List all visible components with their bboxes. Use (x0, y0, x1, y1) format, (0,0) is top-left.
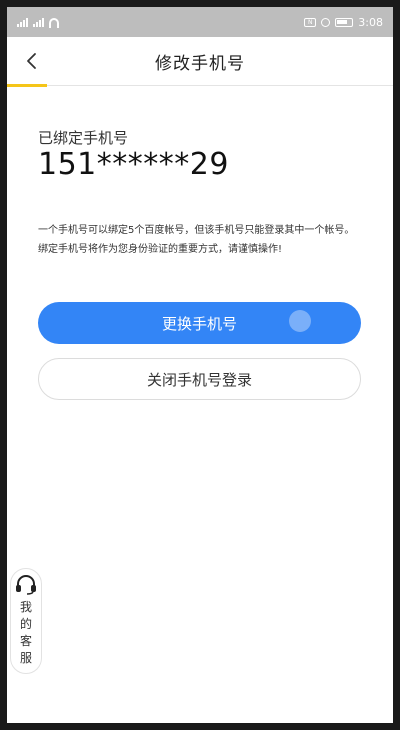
status-right: N 3:08 (304, 16, 383, 29)
nav-bar: 修改手机号 (7, 37, 393, 87)
masked-phone-number: 151******29 (38, 147, 229, 182)
status-bar: N 3:08 (7, 7, 393, 37)
alarm-icon (321, 17, 331, 27)
clock: 3:08 (358, 15, 383, 29)
customer-service-label: 我的客服 (19, 600, 32, 665)
bound-phone-label: 已绑定手机号 (38, 129, 129, 147)
change-phone-button[interactable]: 更换手机号 (38, 302, 361, 344)
app-screen: N 3:08 修改手机号 已绑定手机号 151******29 一个手机号可以绑… (7, 7, 393, 723)
disable-phone-login-label: 关闭手机号登录 (146, 370, 252, 389)
wifi-icon (49, 18, 59, 28)
headset-icon (16, 575, 36, 595)
touch-ripple (289, 310, 311, 332)
customer-service-button[interactable]: 我的客服 (10, 568, 42, 674)
signal-icon-2 (33, 17, 44, 27)
back-button[interactable] (19, 49, 43, 73)
status-left (17, 17, 59, 28)
notice-text: 一个手机号可以绑定5个百度帐号，但该手机号只能登录其中一个帐号。绑定手机号将作为… (38, 225, 355, 255)
change-phone-label: 更换手机号 (161, 314, 237, 333)
nfc-icon: N (304, 17, 317, 27)
battery-icon (335, 17, 354, 27)
page-title: 修改手机号 (155, 53, 245, 74)
signal-icon (17, 17, 28, 27)
chevron-left-icon (27, 53, 36, 69)
accent-underline (7, 84, 47, 87)
disable-phone-login-button[interactable]: 关闭手机号登录 (38, 358, 361, 400)
